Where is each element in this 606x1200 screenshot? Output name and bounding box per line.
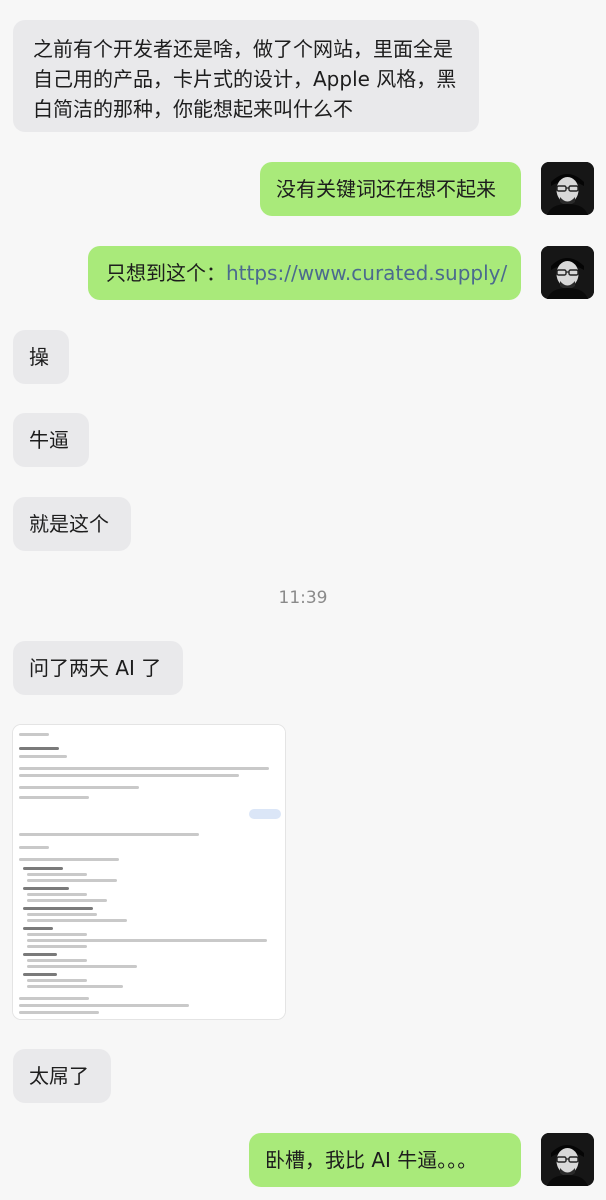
message-text: 操 (29, 345, 49, 369)
message-incoming[interactable]: 操 (13, 330, 69, 384)
message-text-line: 之前有个开发者还是啥，做了个网站，里面全是 (33, 37, 453, 61)
message-text-line: 自己用的产品，卡片式的设计，Apple 风格，黑 (33, 67, 457, 91)
message-incoming[interactable]: 之前有个开发者还是啥，做了个网站，里面全是 自己用的产品，卡片式的设计，Appl… (13, 20, 479, 132)
user-avatar[interactable] (541, 246, 594, 299)
message-text: 问了两天 AI 了 (29, 656, 162, 680)
chat-timestamp: 11:39 (278, 588, 328, 608)
user-avatar[interactable] (541, 1133, 594, 1186)
avatar-portrait-icon (541, 162, 594, 215)
message-text: 没有关键词还在想不起来 (276, 177, 496, 201)
message-incoming[interactable]: 就是这个 (13, 497, 131, 551)
message-incoming[interactable]: 牛逼 (13, 413, 89, 467)
message-outgoing[interactable]: 卧槽，我比 AI 牛逼。。。 (249, 1133, 521, 1187)
screenshot-preview-image (13, 725, 285, 1019)
message-outgoing[interactable]: 没有关键词还在想不起来 (260, 162, 521, 216)
message-text: 牛逼 (29, 428, 69, 452)
message-outgoing-with-link[interactable]: 只想到这个：https://www.curated.supply/ (88, 246, 521, 300)
message-text: 只想到这个： (106, 261, 226, 285)
message-incoming[interactable]: 太屌了 (13, 1049, 111, 1103)
message-text: 就是这个 (29, 512, 109, 536)
message-text-line: 白简洁的那种，你能想起来叫什么不 (33, 97, 353, 121)
user-avatar[interactable] (541, 162, 594, 215)
message-link[interactable]: https://www.curated.supply/ (226, 261, 507, 285)
image-message-thumbnail[interactable] (13, 725, 285, 1019)
message-incoming[interactable]: 问了两天 AI 了 (13, 641, 183, 695)
avatar-portrait-icon (541, 1133, 594, 1186)
avatar-portrait-icon (541, 246, 594, 299)
message-text: 太屌了 (29, 1064, 89, 1088)
message-text: 卧槽，我比 AI 牛逼。。。 (265, 1148, 478, 1172)
